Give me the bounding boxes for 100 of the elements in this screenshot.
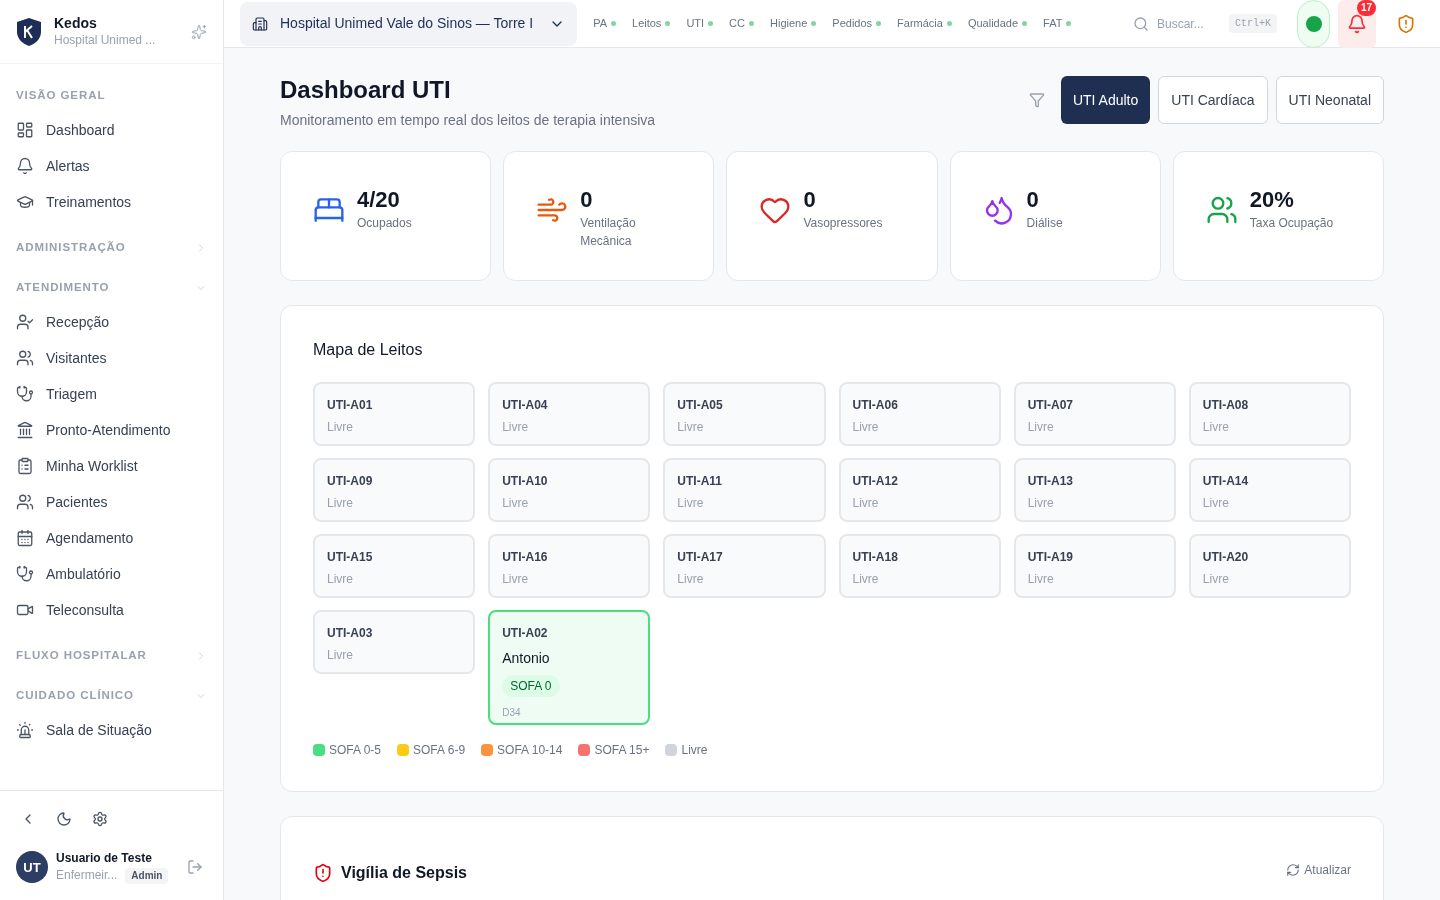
bed-card[interactable]: UTI-A03 Livre bbox=[313, 610, 476, 674]
search-field[interactable]: Buscar... bbox=[1157, 14, 1221, 33]
bed-id: UTI-A06 bbox=[852, 397, 899, 414]
moon-icon[interactable] bbox=[56, 810, 72, 827]
role-badge: Admin bbox=[125, 867, 169, 884]
nav-item[interactable]: Pacientes bbox=[46, 491, 108, 513]
module-link[interactable]: Pedidos bbox=[832, 15, 882, 32]
logout-icon[interactable] bbox=[187, 859, 203, 876]
bed-status: Livre bbox=[677, 419, 705, 436]
users-icon bbox=[16, 493, 34, 511]
legend-label: SOFA 15+ bbox=[594, 742, 650, 759]
legend-label: SOFA 0-5 bbox=[329, 742, 382, 759]
bed-card[interactable]: UTI-A06 Livre bbox=[838, 382, 1001, 446]
bed-id: UTI-A14 bbox=[1202, 473, 1250, 490]
module-link[interactable]: Qualidade bbox=[967, 15, 1028, 32]
bed-status: Livre bbox=[502, 495, 530, 512]
bed-id: UTI-A12 bbox=[852, 473, 899, 490]
shortcut-hint: Ctrl+K bbox=[1229, 14, 1277, 33]
stat-label: Ocupados bbox=[357, 214, 412, 232]
nav-item[interactable]: Alertas bbox=[46, 155, 90, 177]
bed-id: UTI-A15 bbox=[327, 549, 374, 566]
hospital-name: Hospital Unimed ... bbox=[54, 32, 157, 48]
section-title: Mapa de Leitos bbox=[313, 340, 424, 360]
nav-item[interactable]: Visitantes bbox=[46, 347, 107, 369]
bed-card[interactable]: UTI-A10 Livre bbox=[488, 458, 651, 522]
stat-value: 0 bbox=[803, 186, 817, 214]
bed-card[interactable]: UTI-A04 Livre bbox=[488, 382, 651, 446]
nav-item[interactable]: Teleconsulta bbox=[46, 599, 124, 621]
bed-card[interactable]: UTI-A08 Livre bbox=[1188, 382, 1351, 446]
bed-status: Livre bbox=[327, 647, 354, 664]
bed-card[interactable]: UTI-A07 Livre bbox=[1013, 382, 1176, 446]
legend-label: SOFA 10-14 bbox=[497, 742, 563, 759]
bed-card[interactable]: UTI-A09 Livre bbox=[313, 458, 476, 522]
unit-tab[interactable]: UTI Neonatal bbox=[1275, 76, 1384, 124]
bed-card[interactable]: UTI-A17 Livre bbox=[663, 534, 826, 598]
users-icon bbox=[1205, 194, 1238, 226]
bed-card[interactable]: UTI-A01 Livre bbox=[313, 382, 476, 446]
nav-item[interactable]: Pronto-Atendimento bbox=[46, 419, 171, 441]
bed-id: UTI-A11 bbox=[677, 473, 723, 490]
hospital-selector[interactable]: Hospital Unimed Vale do Sinos — Torre I bbox=[240, 1, 578, 46]
notifications-button[interactable]: 17 bbox=[1338, 0, 1376, 48]
bed-id: UTI-A18 bbox=[852, 549, 899, 566]
nav-item[interactable]: Dashboard bbox=[46, 119, 115, 141]
bed-status: Livre bbox=[502, 419, 530, 436]
bed-id: UTI-A10 bbox=[502, 473, 549, 490]
bed-status: Livre bbox=[1027, 571, 1055, 588]
page-subtitle: Monitoramento em tempo real dos leitos de terapia intensiva bbox=[280, 111, 656, 130]
module-link[interactable]: UTI bbox=[686, 15, 714, 32]
patient-name: Antonio bbox=[502, 649, 551, 668]
status-indicator[interactable] bbox=[1297, 0, 1330, 48]
stat-value: 20% bbox=[1249, 186, 1295, 214]
bed-id: UTI-A03 bbox=[327, 625, 374, 642]
nav-item[interactable]: Triagem bbox=[46, 383, 97, 405]
bed-status: Livre bbox=[1202, 571, 1230, 588]
bed-card[interactable]: UTI-A05 Livre bbox=[663, 382, 826, 446]
nav-item[interactable]: Ambulatório bbox=[46, 563, 121, 585]
nav-item[interactable]: Agendamento bbox=[46, 527, 134, 549]
nav-item[interactable]: Treinamentos bbox=[46, 191, 132, 213]
bed-card[interactable]: UTI-A20 Livre bbox=[1188, 534, 1351, 598]
bed-status: Livre bbox=[852, 419, 880, 436]
refresh-button[interactable]: Atualizar bbox=[1286, 861, 1351, 879]
nav-item[interactable]: Recepção bbox=[46, 311, 110, 333]
stat-label: Taxa Ocupação bbox=[1249, 214, 1334, 232]
module-link[interactable]: CC bbox=[729, 15, 754, 32]
bed-card[interactable]: UTI-A14 Livre bbox=[1188, 458, 1351, 522]
module-link[interactable]: FAT bbox=[1043, 15, 1072, 32]
bed-id: UTI-A20 bbox=[1202, 549, 1250, 566]
unit-tab[interactable]: UTI Cardíaca bbox=[1158, 76, 1268, 124]
module-link[interactable]: PA bbox=[593, 15, 616, 32]
filter-icon[interactable] bbox=[1028, 92, 1045, 108]
bed-card[interactable]: UTI-A15 Livre bbox=[313, 534, 476, 598]
bed-status: Livre bbox=[677, 571, 705, 588]
stethoscope-icon bbox=[16, 565, 34, 583]
module-link[interactable]: Leitos bbox=[632, 15, 671, 32]
stethoscope-icon bbox=[16, 385, 34, 403]
bed-card[interactable]: UTI-A11 Livre bbox=[663, 458, 826, 522]
bed-id: UTI-A04 bbox=[502, 397, 549, 414]
bed-id: UTI-A02 bbox=[502, 625, 549, 642]
module-link[interactable]: Higiene bbox=[770, 15, 817, 32]
nav-item[interactable]: Minha Worklist bbox=[46, 455, 138, 477]
brand-name: Kedos bbox=[54, 15, 98, 33]
bed-id: UTI-A09 bbox=[327, 473, 374, 490]
bed-status: Livre bbox=[502, 571, 530, 588]
bed-id: UTI-A13 bbox=[1027, 473, 1074, 490]
bed-card[interactable]: UTI-A19 Livre bbox=[1013, 534, 1176, 598]
bed-card[interactable]: UTI-A16 Livre bbox=[488, 534, 651, 598]
dashboard-icon bbox=[16, 121, 34, 139]
bed-card[interactable]: UTI-A02 Antonio SOFA 0 D34 bbox=[488, 610, 651, 725]
sparkles-icon[interactable] bbox=[191, 23, 207, 40]
bed-id: UTI-A08 bbox=[1202, 397, 1250, 414]
settings-icon[interactable] bbox=[92, 810, 108, 827]
bed-card[interactable]: UTI-A13 Livre bbox=[1013, 458, 1176, 522]
shield-alert-icon[interactable] bbox=[1396, 13, 1416, 34]
unit-tab[interactable]: UTI Adulto bbox=[1060, 76, 1151, 124]
bed-status: Livre bbox=[1027, 419, 1055, 436]
bed-card[interactable]: UTI-A18 Livre bbox=[838, 534, 1001, 598]
bed-status: Livre bbox=[327, 419, 354, 436]
bed-card[interactable]: UTI-A12 Livre bbox=[838, 458, 1001, 522]
nav-item[interactable]: Sala de Situação bbox=[46, 719, 152, 741]
module-link[interactable]: Farmácia bbox=[897, 15, 952, 32]
